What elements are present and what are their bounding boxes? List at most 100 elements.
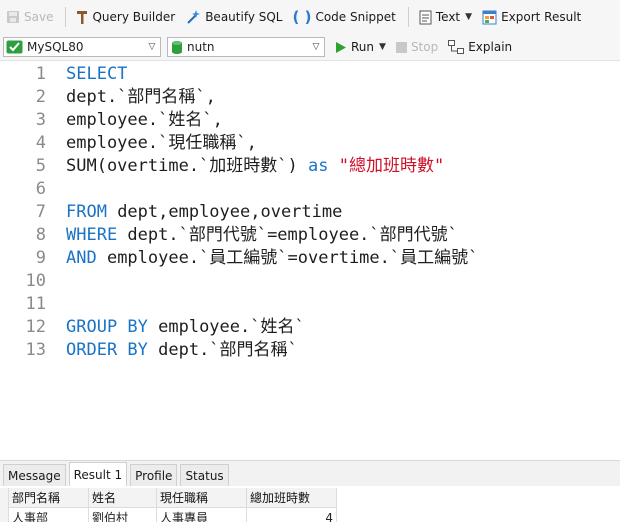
code-snippet-button[interactable]: ( ) Code Snippet <box>289 5 400 29</box>
stop-icon <box>395 41 407 53</box>
sql-token: dept,employee,overtime <box>106 202 343 222</box>
database-selector[interactable]: nutn ▽ <box>167 37 325 57</box>
result-grid[interactable]: 部門名稱 姓名 現任職稱 總加班時數 人事部 劉伯村 人事專員 4 <box>0 486 620 522</box>
line-number: 12 <box>25 317 46 337</box>
save-label: Save <box>24 10 54 24</box>
line-number: 7 <box>35 202 46 222</box>
table-cell[interactable]: 4 <box>247 508 337 522</box>
explain-button[interactable]: Explain <box>444 35 516 59</box>
chevron-down-icon: ▽ <box>148 42 156 52</box>
sql-token: dept.`部門名稱`, <box>66 87 216 107</box>
sql-keyword: ORDER BY <box>66 340 148 360</box>
line-number: 6 <box>35 179 46 199</box>
column-header[interactable]: 總加班時數 <box>247 488 337 508</box>
column-header[interactable]: 部門名稱 <box>9 488 89 508</box>
code-text: AND employee.`員工編號`=overtime.`員工編號` <box>66 247 478 270</box>
code-snippet-label: Code Snippet <box>315 10 396 24</box>
chevron-down-icon: ▼ <box>379 42 386 52</box>
sql-token: employee.`姓名`, <box>66 110 223 130</box>
query-builder-icon <box>76 10 88 25</box>
query-builder-button[interactable]: Query Builder <box>72 5 179 29</box>
connection-toolbar: MySQL80 ▽ nutn ▽ Run ▼ Stop Explain <box>0 34 620 61</box>
line-number: 5 <box>35 156 46 176</box>
sql-token: employee.`員工編號`=overtime.`員工編號` <box>96 248 479 268</box>
export-result-button[interactable]: Export Result <box>478 5 585 29</box>
tab-status[interactable]: Status <box>180 464 229 487</box>
table-cell[interactable]: 人事部 <box>9 508 89 522</box>
stop-button[interactable]: Stop <box>392 35 442 59</box>
query-builder-label: Query Builder <box>92 10 176 24</box>
code-text: SELECT <box>66 63 127 86</box>
text-output-button[interactable]: Text ▼ <box>415 5 476 29</box>
table-cell[interactable]: 劉伯村 <box>89 508 157 522</box>
table-cell[interactable]: 人事專員 <box>157 508 247 522</box>
line-number: 9 <box>35 248 46 268</box>
database-icon <box>171 40 183 55</box>
play-icon <box>335 41 347 54</box>
table-row[interactable]: 人事部 劉伯村 人事專員 4 <box>0 508 337 522</box>
column-header[interactable]: 姓名 <box>89 488 157 508</box>
code-text: WHERE dept.`部門代號`=employee.`部門代號` <box>66 224 458 247</box>
toolbar-divider <box>407 7 409 27</box>
sql-keyword: GROUP BY <box>66 317 148 337</box>
line-number: 8 <box>35 225 46 245</box>
document-icon <box>419 10 432 25</box>
code-text: dept.`部門名稱`, <box>66 86 216 109</box>
line-number: 4 <box>35 133 46 153</box>
sql-keyword: AND <box>66 248 97 268</box>
save-icon <box>6 10 20 24</box>
main-toolbar: Save Query Builder Beautify SQL ( ) Code… <box>0 0 620 34</box>
sql-token: dept.`部門名稱` <box>147 340 298 360</box>
code-text: FROM dept,employee,overtime <box>66 201 342 224</box>
tab-result-1[interactable]: Result 1 <box>68 462 128 487</box>
result-tabs: Message Result 1 Profile Status <box>0 460 620 487</box>
code-text: employee.`姓名`, <box>66 109 223 132</box>
server-selector[interactable]: MySQL80 ▽ <box>3 37 161 57</box>
server-icon <box>6 40 23 54</box>
line-number: 2 <box>35 87 46 107</box>
code-text: employee.`現任職稱`, <box>66 132 257 155</box>
beautify-sql-button[interactable]: Beautify SQL <box>181 5 286 29</box>
sql-keyword: FROM <box>66 202 107 222</box>
grid-header-row: 部門名稱 姓名 現任職稱 總加班時數 <box>0 488 337 508</box>
chevron-down-icon: ▼ <box>465 12 473 22</box>
text-output-label: Text <box>435 10 461 24</box>
sql-keyword: WHERE <box>66 225 118 245</box>
sql-keyword: as <box>308 156 329 176</box>
magic-wand-icon <box>185 9 201 25</box>
parentheses-icon: ( ) <box>292 8 312 26</box>
line-number: 13 <box>25 340 46 360</box>
explain-label: Explain <box>468 40 513 54</box>
row-header <box>0 488 9 508</box>
line-number: 3 <box>35 110 46 130</box>
line-number: 11 <box>25 294 46 314</box>
line-number: 10 <box>25 271 46 291</box>
sql-editor[interactable]: 1 SELECT 2 dept.`部門名稱`, 3 employee.`姓名`, 4 empl… <box>0 61 620 459</box>
line-number: 1 <box>35 64 46 84</box>
sql-token: dept.`部門代號`=employee.`部門代號` <box>117 225 458 245</box>
sql-keyword: SELECT <box>66 64 128 84</box>
run-label: Run <box>351 40 375 54</box>
beautify-sql-label: Beautify SQL <box>205 10 283 24</box>
code-text: GROUP BY employee.`姓名` <box>66 316 305 339</box>
sql-token: SUM(overtime.`加班時數`) <box>66 156 308 176</box>
sql-token: employee.`姓名` <box>147 317 305 337</box>
explain-icon <box>448 40 465 54</box>
column-header[interactable]: 現任職稱 <box>157 488 247 508</box>
sql-token: employee.`現任職稱`, <box>66 133 257 153</box>
stop-label: Stop <box>410 40 439 54</box>
run-button[interactable]: Run ▼ <box>331 35 390 59</box>
export-result-label: Export Result <box>501 10 582 24</box>
code-text: SUM(overtime.`加班時數`) as "總加班時數" <box>66 155 444 178</box>
server-name: MySQL80 <box>27 40 84 54</box>
sql-string: "總加班時數" <box>338 156 445 176</box>
tab-profile[interactable]: Profile <box>130 464 178 487</box>
database-name: nutn <box>187 40 215 54</box>
chevron-down-icon: ▽ <box>312 42 320 52</box>
row-header <box>0 508 9 522</box>
save-button[interactable]: Save <box>2 5 57 29</box>
code-text: ORDER BY dept.`部門名稱` <box>66 339 298 362</box>
toolbar-divider <box>65 7 67 27</box>
tab-message[interactable]: Message <box>3 464 66 487</box>
